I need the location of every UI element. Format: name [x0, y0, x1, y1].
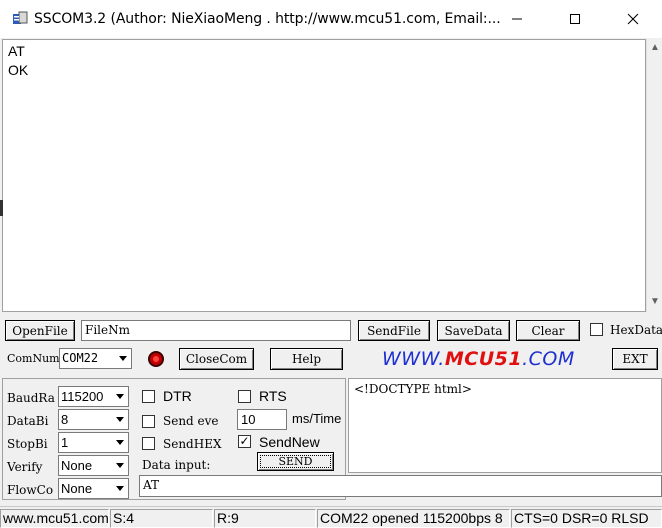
file-name-input[interactable]: FileNm	[81, 320, 351, 341]
send-button[interactable]: SEND	[257, 452, 334, 471]
hex-display-label: HexData	[610, 323, 662, 337]
flow-control-select[interactable]: None	[58, 478, 129, 499]
send-file-button[interactable]: SendFile	[358, 320, 430, 341]
verify-select[interactable]: None	[58, 455, 129, 476]
stop-bits-select[interactable]: 1	[58, 432, 129, 453]
app-icon	[13, 11, 28, 24]
hex-display-checkbox[interactable]	[590, 323, 603, 336]
window-title: SSCOM3.2 (Author: NieXiaoMeng . http://w…	[34, 11, 501, 27]
close-icon	[627, 13, 639, 25]
dtr-label: DTR	[163, 388, 192, 404]
send-text-area[interactable]: <!DOCTYPE html>	[348, 378, 662, 473]
send-new-checkbox[interactable]: ✓	[238, 435, 251, 448]
status-received-count: R:9	[214, 509, 316, 528]
status-sent-count: S:4	[110, 509, 213, 528]
verify-label: Verify	[7, 460, 43, 474]
logo-prefix: WWW.	[382, 348, 445, 370]
com-port-value: COM22	[62, 351, 99, 365]
ext-button[interactable]: EXT	[612, 348, 658, 370]
rts-label: RTS	[259, 388, 287, 404]
window-edge-marker	[0, 200, 3, 216]
scroll-up-icon[interactable]: ▲	[650, 43, 660, 53]
stop-bits-value: 1	[61, 435, 69, 450]
minimize-button[interactable]	[494, 0, 540, 38]
stop-bits-label: StopBi	[7, 437, 48, 451]
minimize-icon	[512, 18, 522, 20]
send-hex-checkbox[interactable]	[142, 437, 155, 450]
baud-rate-value: 115200	[61, 389, 104, 404]
send-hex-label: SendHEX	[163, 437, 222, 451]
clear-button[interactable]: Clear	[516, 320, 580, 341]
mcu51-logo[interactable]: WWW.MCU51.COM	[382, 348, 575, 370]
data-bits-value: 8	[61, 412, 69, 427]
status-website: www.mcu51.com	[0, 509, 109, 528]
baud-rate-select[interactable]: 115200	[58, 386, 129, 407]
com-port-select[interactable]: COM22	[59, 348, 132, 369]
receive-scrollbar[interactable]: ▲ ▼	[646, 39, 662, 312]
data-bits-label: DataBi	[7, 414, 49, 428]
help-button[interactable]: Help	[270, 348, 343, 370]
status-port: COM22 opened 115200bps 8	[317, 509, 510, 528]
send-every-checkbox[interactable]	[142, 415, 155, 428]
baud-rate-label: BaudRa	[7, 391, 55, 405]
verify-value: None	[61, 458, 93, 473]
interval-input[interactable]: 10	[237, 409, 287, 430]
maximize-button[interactable]	[552, 0, 598, 38]
open-file-button[interactable]: OpenFile	[5, 320, 75, 341]
save-data-button[interactable]: SaveData	[437, 320, 510, 341]
logo-brand: MCU51	[444, 348, 523, 370]
com-num-label: ComNum	[7, 352, 60, 365]
flow-control-value: None	[61, 481, 93, 496]
status-bar: www.mcu51.com S:4 R:9 COM22 opened 11520…	[0, 506, 662, 528]
dtr-checkbox[interactable]	[142, 390, 155, 403]
logo-suffix: .COM	[522, 348, 575, 370]
receive-text-area[interactable]: AT OK	[2, 39, 646, 312]
chevron-down-icon[interactable]	[111, 479, 128, 498]
close-button[interactable]	[610, 0, 656, 38]
chevron-down-icon[interactable]	[111, 387, 128, 406]
chevron-down-icon[interactable]	[111, 433, 128, 452]
data-input-field[interactable]: AT	[139, 475, 662, 497]
rts-checkbox[interactable]	[238, 390, 251, 403]
scroll-down-icon[interactable]: ▼	[650, 297, 660, 307]
maximize-icon	[570, 14, 580, 24]
send-every-label: Send eve	[163, 414, 219, 428]
chevron-down-icon[interactable]	[114, 349, 131, 368]
chevron-down-icon[interactable]	[111, 410, 128, 429]
close-com-button[interactable]: CloseCom	[179, 348, 254, 370]
send-new-label: SendNew	[259, 434, 320, 450]
status-line-signals: CTS=0 DSR=0 RLSD	[511, 509, 662, 528]
interval-unit-label: ms/Time	[292, 411, 342, 426]
data-input-label: Data input:	[142, 458, 211, 472]
port-status-indicator-icon	[148, 351, 164, 367]
title-bar: SSCOM3.2 (Author: NieXiaoMeng . http://w…	[0, 0, 662, 38]
chevron-down-icon[interactable]	[111, 456, 128, 475]
data-bits-select[interactable]: 8	[58, 409, 129, 430]
flow-control-label: FlowCo	[7, 483, 54, 497]
